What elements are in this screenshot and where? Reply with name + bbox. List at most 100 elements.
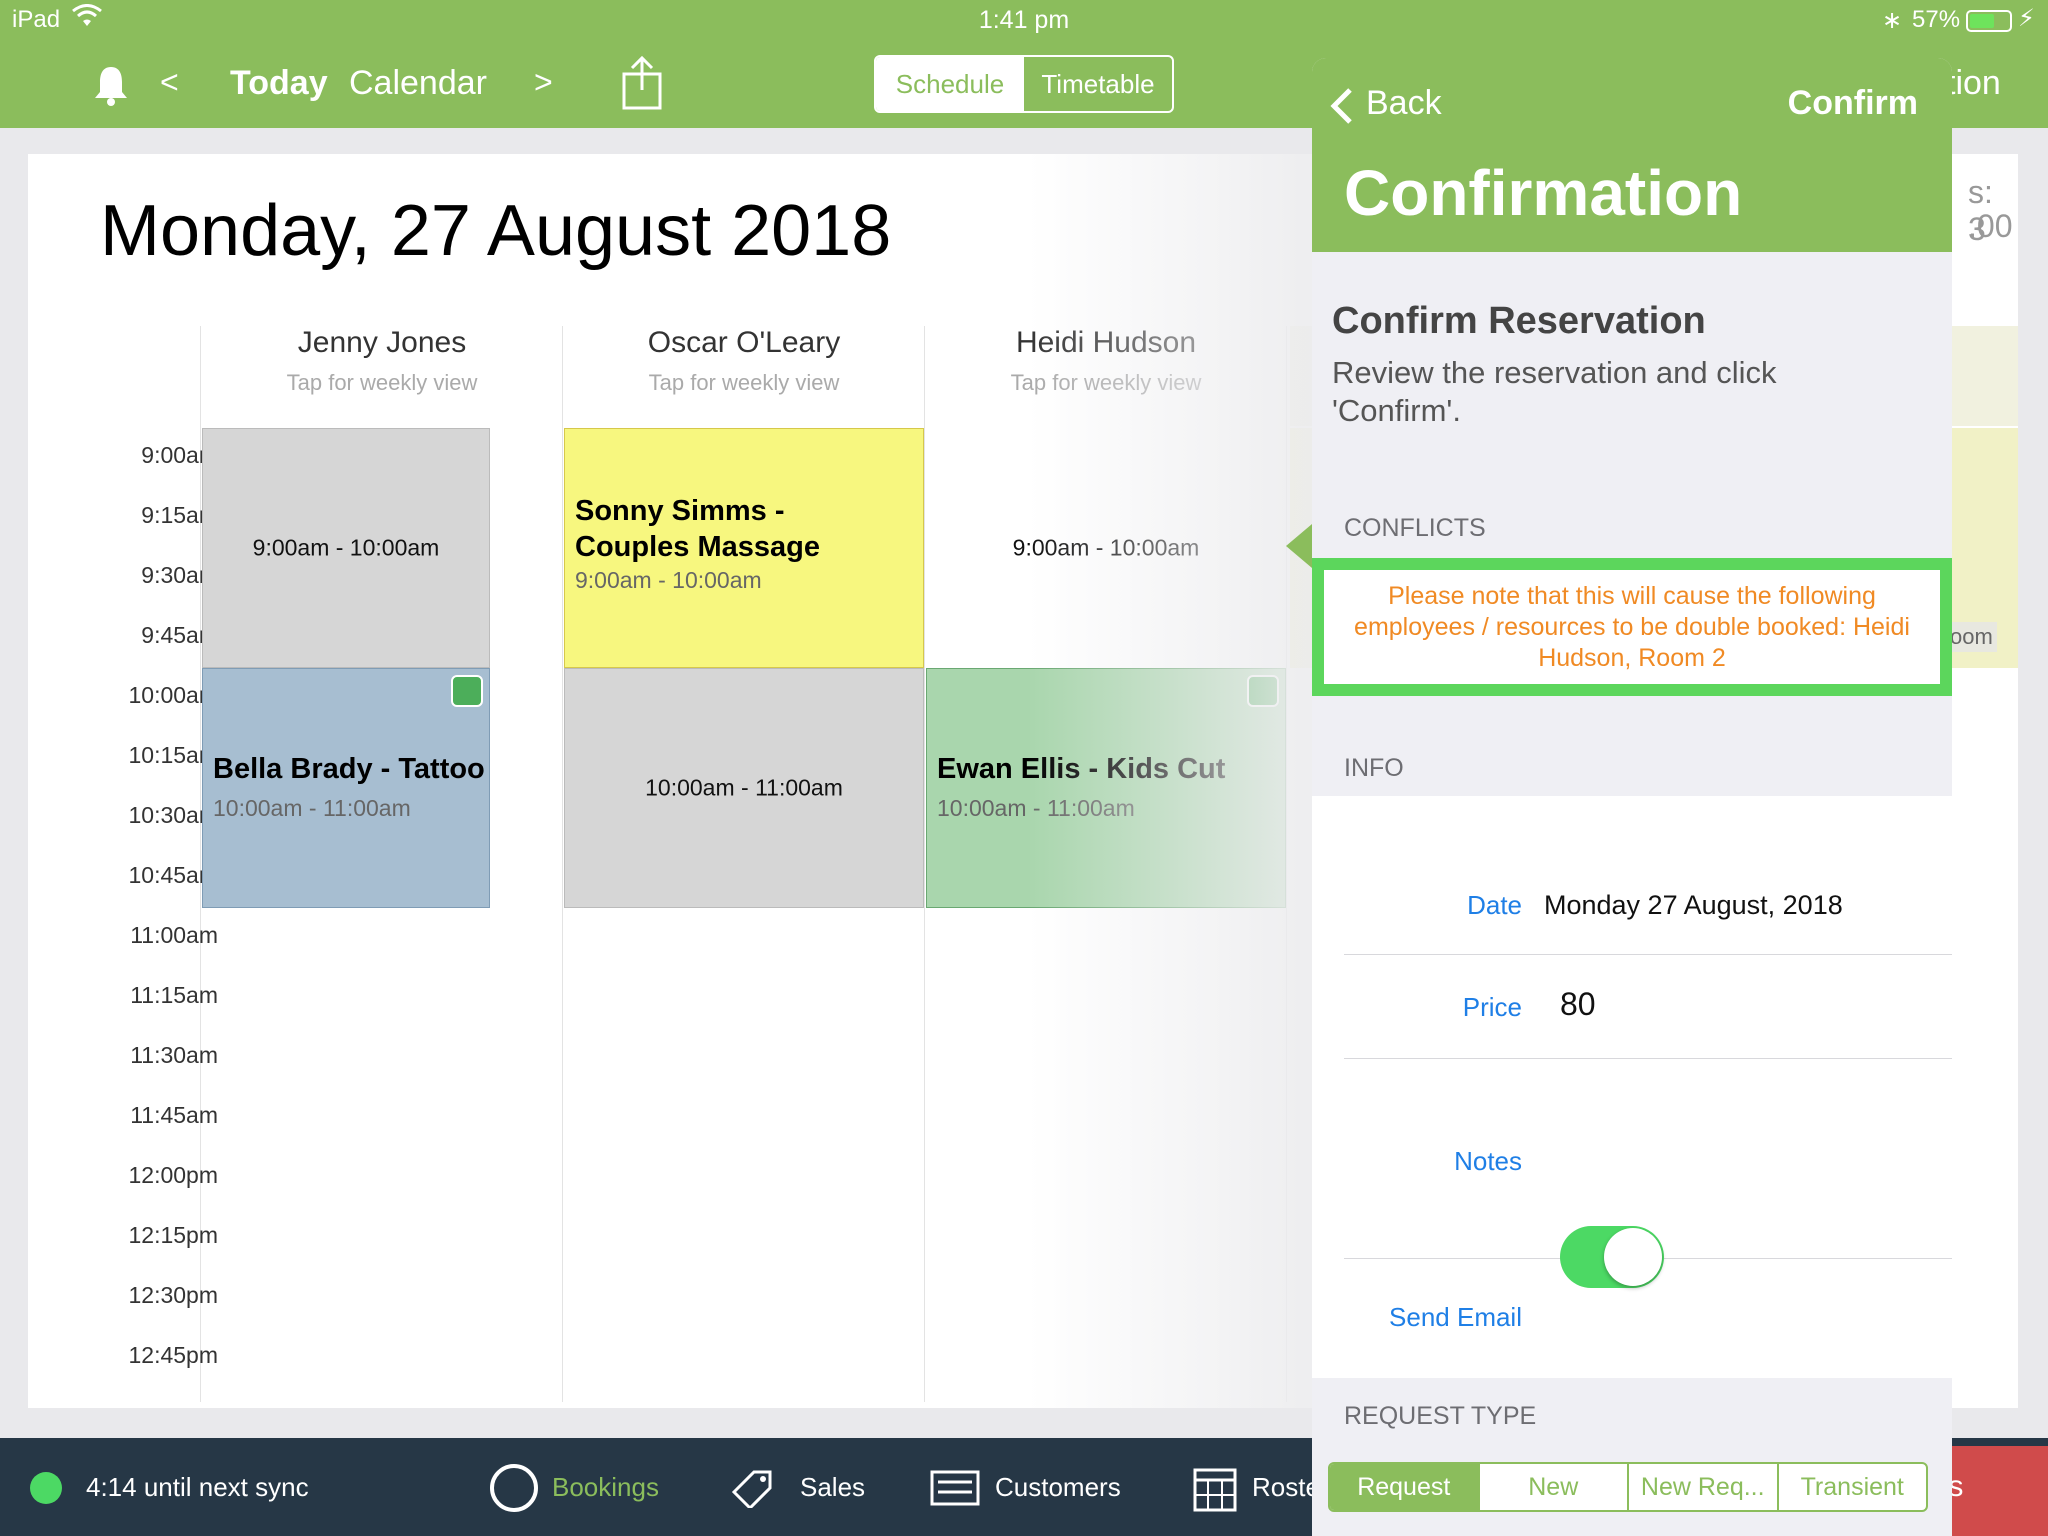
time-label: 11:30am bbox=[130, 1042, 218, 1068]
charging-icon: ⚡ bbox=[2018, 5, 2035, 32]
appointment-title: Ewan Ellis - Kids Cut bbox=[937, 753, 1226, 785]
previous-day-button[interactable]: < bbox=[160, 64, 179, 101]
time-label: 10:15am bbox=[128, 742, 218, 768]
conflicts-header: CONFLICTS bbox=[1344, 514, 1486, 542]
time-label: 12:30pm bbox=[128, 1282, 218, 1308]
column-divider bbox=[924, 326, 925, 1402]
time-label: 9:00am bbox=[141, 442, 218, 468]
time-label: 10:45am bbox=[128, 862, 218, 888]
customers-icon[interactable] bbox=[930, 1468, 980, 1508]
appointment-time: 9:00am - 10:00am bbox=[575, 567, 762, 593]
chevron-left-icon[interactable] bbox=[1330, 86, 1354, 126]
tab-bookings[interactable]: Bookings bbox=[552, 1472, 659, 1503]
column-header-jenny[interactable]: Jenny Jones Tap for weekly view bbox=[202, 326, 562, 396]
send-email-label: Send Email bbox=[1389, 1302, 1522, 1332]
time-label: 10:00am bbox=[128, 682, 218, 708]
calendar-grid-icon[interactable] bbox=[1193, 1464, 1237, 1512]
request-type-request[interactable]: Request bbox=[1330, 1464, 1478, 1510]
battery-percent: 57% bbox=[1912, 6, 1961, 33]
appointment-time: 10:00am - 11:00am bbox=[937, 795, 1135, 821]
today-button[interactable]: Today bbox=[230, 64, 328, 103]
battery-icon bbox=[1966, 10, 2012, 32]
back-button[interactable]: Back bbox=[1366, 84, 1442, 123]
column-divider bbox=[562, 326, 563, 1402]
nav-right-partial-label[interactable]: tion bbox=[1946, 64, 2001, 103]
popover-arrow bbox=[1286, 524, 1312, 568]
tab-timetable[interactable]: Timetable bbox=[1024, 57, 1172, 111]
calendar-button[interactable]: Calendar bbox=[349, 64, 487, 103]
blocked-slot-heidi[interactable]: 9:00am - 10:00am bbox=[926, 428, 1286, 668]
sync-check-icon bbox=[30, 1472, 62, 1504]
slot-time: 9:00am - 10:00am bbox=[1012, 534, 1200, 561]
conflict-message: Please note that this will cause the fol… bbox=[1354, 581, 1910, 672]
request-type-transient[interactable]: Transient bbox=[1776, 1464, 1927, 1510]
request-type-header: REQUEST TYPE bbox=[1344, 1402, 1537, 1430]
tab-schedule[interactable]: Schedule bbox=[876, 57, 1024, 111]
tab-roster[interactable]: Roste bbox=[1252, 1472, 1320, 1503]
notes-label: Notes bbox=[1454, 1146, 1522, 1176]
employee-name: Oscar O'Leary bbox=[647, 326, 841, 359]
next-day-button[interactable]: > bbox=[534, 64, 553, 101]
request-type-new-req[interactable]: New Req... bbox=[1627, 1464, 1777, 1510]
blocked-slot-oscar[interactable]: 10:00am - 11:00am bbox=[564, 668, 924, 908]
employee-name: Jenny Jones bbox=[297, 326, 467, 359]
confirmation-popover: Back Confirm Confirmation Confirm Reserv… bbox=[1312, 58, 1952, 1536]
appointment-time: 10:00am - 11:00am bbox=[213, 795, 411, 821]
time-label: 11:45am bbox=[130, 1102, 218, 1128]
request-type-segmented-control: Request New New Req... Transient bbox=[1328, 1462, 1928, 1512]
time-label: 10:30am bbox=[128, 802, 218, 828]
date-value[interactable]: Monday 27 August, 2018 bbox=[1544, 890, 1843, 921]
time-label: 12:00pm bbox=[128, 1162, 218, 1188]
column-header-oscar[interactable]: Oscar O'Leary Tap for weekly view bbox=[564, 326, 924, 396]
toggle-knob bbox=[1604, 1228, 1662, 1286]
appointment-title: Sonny Simms - Couples Massage bbox=[575, 495, 820, 563]
weekly-view-hint: Tap for weekly view bbox=[286, 370, 478, 395]
tag-icon[interactable] bbox=[730, 1468, 778, 1508]
conflict-warning: Please note that this will cause the fol… bbox=[1312, 558, 1952, 696]
time-label: 12:45pm bbox=[128, 1342, 218, 1368]
share-icon[interactable] bbox=[620, 56, 664, 112]
recurring-icon bbox=[1247, 675, 1279, 707]
confirm-button[interactable]: Confirm bbox=[1788, 84, 1918, 123]
recurring-icon bbox=[451, 675, 483, 707]
weekly-view-hint: Tap for weekly view bbox=[1010, 370, 1202, 395]
appointment-sonny-simms[interactable]: Sonny Simms - Couples Massage 9:00am - 1… bbox=[564, 428, 924, 668]
time-label: 11:00am bbox=[130, 922, 218, 948]
date-label: Date bbox=[1467, 890, 1522, 920]
page-title: Monday, 27 August 2018 bbox=[100, 191, 892, 271]
column-divider bbox=[1286, 326, 1287, 1402]
time-label: 9:30am bbox=[141, 562, 218, 588]
row-divider bbox=[1344, 1058, 1952, 1059]
blocked-slot-jenny[interactable]: 9:00am - 10:00am bbox=[202, 428, 490, 668]
slot-time: 10:00am - 11:00am bbox=[645, 774, 843, 801]
tab-customers[interactable]: Customers bbox=[995, 1472, 1121, 1503]
bell-icon[interactable] bbox=[92, 64, 130, 106]
status-time: 1:41 pm bbox=[978, 6, 1070, 34]
time-label: 11:15am bbox=[130, 982, 218, 1008]
reservation-description: Review the reservation and click 'Confir… bbox=[1332, 355, 1777, 428]
weekly-view-hint: Tap for weekly view bbox=[648, 370, 840, 395]
column-header-heidi[interactable]: Heidi Hudson Tap for weekly view bbox=[926, 326, 1286, 396]
slot-time: 9:00am - 10:00am bbox=[252, 534, 440, 561]
row-divider bbox=[1344, 954, 1952, 955]
price-label: Price bbox=[1462, 992, 1522, 1022]
appointment-title: Bella Brady - Tattoo bbox=[213, 753, 485, 785]
request-type-new[interactable]: New bbox=[1477, 1464, 1628, 1510]
view-segmented-control: Schedule Timetable bbox=[874, 55, 1174, 113]
popover-title: Confirmation bbox=[1344, 157, 1743, 229]
appointment-ewan-ellis[interactable]: Ewan Ellis - Kids Cut 10:00am - 11:00am bbox=[926, 668, 1286, 908]
stats-partial: .00 bbox=[1968, 208, 2013, 244]
send-email-toggle[interactable] bbox=[1560, 1226, 1664, 1288]
appointment-bella-brady[interactable]: Bella Brady - Tattoo 10:00am - 11:00am bbox=[202, 668, 490, 908]
info-header: INFO bbox=[1344, 754, 1404, 782]
room-label-partial: oom bbox=[1946, 622, 1997, 652]
price-field[interactable]: 80 bbox=[1560, 986, 1596, 1023]
time-label: 9:45am bbox=[141, 622, 218, 648]
bluetooth-icon: ∗ bbox=[1882, 7, 1903, 34]
popover-header: Back Confirm Confirmation bbox=[1312, 58, 1952, 252]
clock-icon[interactable] bbox=[490, 1464, 538, 1512]
time-label: 9:15am bbox=[141, 502, 218, 528]
tab-sales[interactable]: Sales bbox=[800, 1472, 865, 1503]
time-label: 12:15pm bbox=[128, 1222, 218, 1248]
sync-status: 4:14 until next sync bbox=[86, 1472, 309, 1502]
